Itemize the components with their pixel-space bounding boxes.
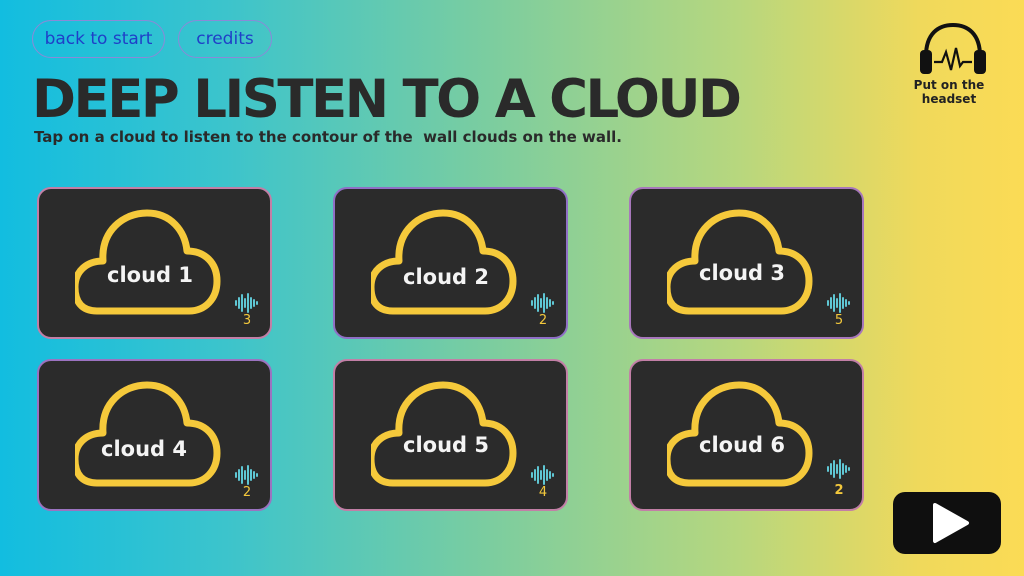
listen-count: 2 [242, 485, 252, 500]
cloud-card-6[interactable]: cloud 6 2 [629, 359, 864, 511]
play-button[interactable] [893, 492, 1001, 554]
sound-wave-icon [531, 293, 554, 313]
play-icon [933, 503, 969, 543]
cloud-card-4[interactable]: cloud 4 2 [37, 359, 272, 511]
listen-count: 4 [538, 485, 548, 500]
headset-label: Put on the headset [913, 78, 985, 106]
cloud-card-5[interactable]: cloud 5 4 [333, 359, 568, 511]
cloud-card-1[interactable]: cloud 1 3 [37, 187, 272, 339]
listen-count: 2 [538, 313, 548, 328]
cloud-card-label: cloud 5 [403, 433, 489, 457]
listen-count: 3 [242, 313, 252, 328]
sound-wave-icon [827, 293, 850, 313]
cloud-icon [371, 209, 517, 315]
cloud-card-label: cloud 2 [403, 265, 489, 289]
listen-count: 2 [834, 483, 844, 498]
page-title: DEEP LISTEN TO A CLOUD [32, 69, 742, 130]
credits-label: credits [196, 29, 254, 49]
cloud-card-3[interactable]: cloud 3 5 [629, 187, 864, 339]
cloud-card-2[interactable]: cloud 2 2 [333, 187, 568, 339]
page-subtitle: Tap on a cloud to listen to the contour … [34, 128, 622, 146]
headphones-icon [920, 22, 986, 74]
sound-wave-icon [235, 293, 258, 313]
cloud-card-label: cloud 4 [101, 437, 187, 461]
cloud-card-label: cloud 6 [699, 433, 785, 457]
sound-wave-icon [235, 465, 258, 485]
cloud-icon [75, 381, 221, 487]
cloud-card-label: cloud 3 [699, 261, 785, 285]
listen-count: 5 [834, 313, 844, 328]
sound-wave-icon [531, 465, 554, 485]
cloud-icon [75, 209, 221, 315]
sound-wave-icon [827, 459, 850, 479]
credits-button[interactable]: credits [178, 20, 272, 58]
cloud-card-label: cloud 1 [107, 263, 193, 287]
back-to-start-button[interactable]: back to start [32, 20, 165, 58]
back-to-start-label: back to start [44, 29, 153, 49]
